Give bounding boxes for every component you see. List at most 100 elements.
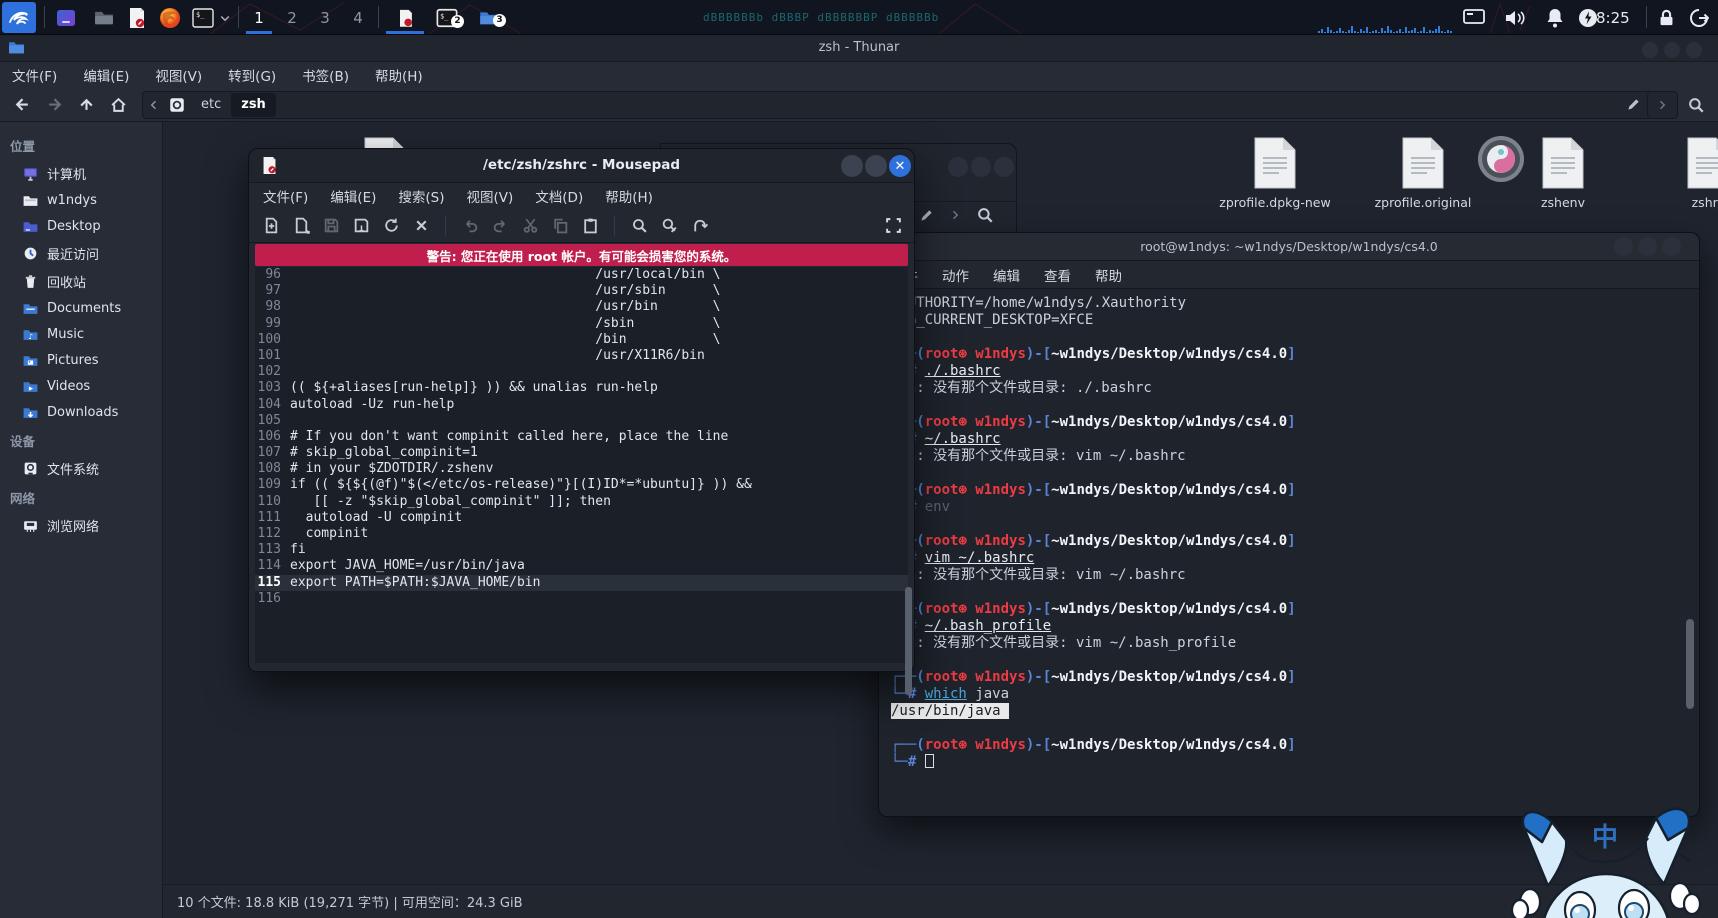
undo-button[interactable] (456, 213, 484, 239)
sidebar-item-Downloads[interactable]: Downloads (0, 399, 162, 425)
file-item-zshrc[interactable]: zshrc (1648, 136, 1718, 210)
file-item-zprofile.original[interactable]: zprofile.original (1363, 136, 1483, 210)
breadcrumb-etc[interactable]: etc (191, 93, 231, 117)
minimize-button[interactable] (948, 157, 968, 177)
terminal-menu-编辑[interactable]: 编辑 (993, 265, 1020, 285)
breadcrumb-zsh[interactable]: zsh (231, 93, 276, 117)
goto-button[interactable] (685, 213, 713, 239)
launcher-file-manager[interactable] (88, 2, 120, 33)
chevron-right-icon[interactable] (1647, 92, 1675, 118)
thunar-menu-编[interactable]: 编辑(E) (83, 65, 129, 85)
chevron-right-icon[interactable] (949, 209, 961, 221)
search-icon[interactable] (1682, 92, 1710, 118)
mousepad-menu-文[interactable]: 文档(D) (535, 186, 583, 206)
launcher-firefox[interactable] (154, 2, 186, 33)
new-document-button[interactable] (257, 213, 285, 239)
close-button[interactable]: ✕ (889, 155, 911, 177)
sidebar-item-计算机[interactable]: 计算机 (0, 159, 162, 187)
sidebar-item-Desktop[interactable]: Desktop (0, 213, 162, 239)
terminal-menu-查看[interactable]: 查看 (1044, 265, 1071, 285)
search-button[interactable] (625, 213, 653, 239)
up-button[interactable] (72, 92, 100, 118)
sidebar-item-Documents[interactable]: Documents (0, 295, 162, 321)
back-button[interactable] (8, 92, 36, 118)
sidebar-item-Music[interactable]: ♪Music (0, 321, 162, 347)
save-as-button[interactable] (347, 213, 375, 239)
minimize-button[interactable] (1614, 237, 1633, 256)
editor-text-area[interactable]: 96 /usr/local/bin \97 /usr/sbin \98 /usr… (255, 267, 908, 663)
logout-icon[interactable] (1684, 2, 1714, 33)
maximize-button[interactable] (971, 157, 991, 177)
mousepad-menu-搜[interactable]: 搜索(S) (398, 186, 444, 206)
clock[interactable]: 8:25 (1596, 0, 1630, 35)
maximize-button[interactable] (865, 155, 887, 177)
search-replace-button[interactable] (655, 213, 683, 239)
taskbar-button-mousepad[interactable] (386, 0, 424, 35)
mousepad-menu-视[interactable]: 视图(V) (467, 186, 514, 206)
fullscreen-icon[interactable] (885, 217, 902, 234)
sidebar-item-最近访问[interactable]: 最近访问 (0, 239, 162, 267)
volume-icon[interactable] (1498, 2, 1532, 33)
workspace-4[interactable]: 4 (343, 0, 373, 35)
root-drive-icon[interactable] (163, 92, 191, 118)
close-button[interactable] (1662, 237, 1681, 256)
taskbar-button-terminal[interactable]: $_2 (428, 0, 466, 35)
mousepad-menu-编[interactable]: 编辑(E) (330, 186, 376, 206)
terminal-output[interactable]: XAUTHORITY=/home/w1ndys/.XauthorityXDG_C… (891, 295, 1683, 810)
thunar-menu-书[interactable]: 书签(B) (302, 65, 349, 85)
launcher-terminal[interactable]: $_ (188, 2, 218, 33)
sidebar-item-文件系统[interactable]: 文件系统 (0, 454, 162, 482)
home-button[interactable] (104, 92, 132, 118)
terminal-menu-动作[interactable]: 动作 (942, 265, 969, 285)
mousepad-menu-文[interactable]: 文件(F) (263, 186, 308, 206)
taskbar-button-folder[interactable]: 3 (470, 0, 508, 35)
paste-button[interactable] (576, 213, 604, 239)
cut-button[interactable] (516, 213, 544, 239)
open-document-button[interactable] (287, 213, 315, 239)
mousepad-menu-帮[interactable]: 帮助(H) (605, 186, 653, 206)
workspace-2[interactable]: 2 (277, 0, 307, 35)
terminal-menu-帮助[interactable]: 帮助 (1095, 265, 1122, 285)
workspace-3[interactable]: 3 (310, 0, 340, 35)
sidebar-item-Pictures[interactable]: Pictures (0, 347, 162, 373)
thunar-menu-视[interactable]: 视图(V) (155, 65, 202, 85)
thunar-menu-转[interactable]: 转到(G) (228, 65, 276, 85)
sidebar-item-浏览网络[interactable]: 浏览网络 (0, 511, 162, 539)
close-button[interactable] (1686, 42, 1702, 58)
workspace-1[interactable]: 1 (244, 0, 274, 35)
minimize-button[interactable] (1642, 42, 1658, 58)
file-item-zprofile.dpkg-new[interactable]: zprofile.dpkg-new (1215, 136, 1335, 210)
close-button[interactable] (994, 157, 1014, 177)
notification-bell-icon[interactable] (1540, 2, 1570, 33)
launcher-window-manager[interactable] (50, 2, 82, 33)
minimize-button[interactable] (841, 155, 863, 177)
sidebar-item-w1ndys[interactable]: w1ndys (0, 187, 162, 213)
save-button[interactable] (317, 213, 345, 239)
chevron-left-icon[interactable] (145, 92, 163, 118)
search-icon[interactable] (976, 206, 994, 224)
edit-location-pencil-icon[interactable] (1619, 92, 1647, 118)
display-icon[interactable] (1458, 2, 1490, 33)
terminal-scrollbar[interactable] (1686, 619, 1694, 709)
mousepad-titlebar[interactable]: /etc/zsh/zshrc - Mousepad ✕ (249, 149, 914, 183)
redo-button[interactable] (486, 213, 514, 239)
thunar-titlebar[interactable]: zsh - Thunar (0, 35, 1718, 62)
sidebar-item-Videos[interactable]: Videos (0, 373, 162, 399)
forward-button[interactable] (40, 92, 68, 118)
lock-icon[interactable] (1652, 2, 1680, 33)
editor-scrollbar[interactable] (905, 587, 912, 695)
copy-button[interactable] (546, 213, 574, 239)
kali-menu-button[interactable] (2, 2, 36, 33)
launcher-mousepad[interactable] (122, 2, 152, 33)
terminal-titlebar[interactable]: root@w1ndys: ~w1ndys/Desktop/w1ndys/cs4.… (879, 233, 1699, 261)
close-document-button[interactable] (407, 213, 435, 239)
sidebar-item-回收站[interactable]: 回收站 (0, 267, 162, 295)
reload-button[interactable] (377, 213, 405, 239)
maximize-button[interactable] (1638, 237, 1657, 256)
path-bar[interactable]: etczsh (142, 91, 1678, 119)
terminal-dropdown-chevron-icon[interactable] (216, 2, 234, 33)
edit-location-pencil-icon[interactable] (919, 208, 934, 223)
maximize-button[interactable] (1664, 42, 1680, 58)
thunar-menu-文[interactable]: 文件(F) (12, 65, 57, 85)
thunar-menu-帮[interactable]: 帮助(H) (375, 65, 423, 85)
